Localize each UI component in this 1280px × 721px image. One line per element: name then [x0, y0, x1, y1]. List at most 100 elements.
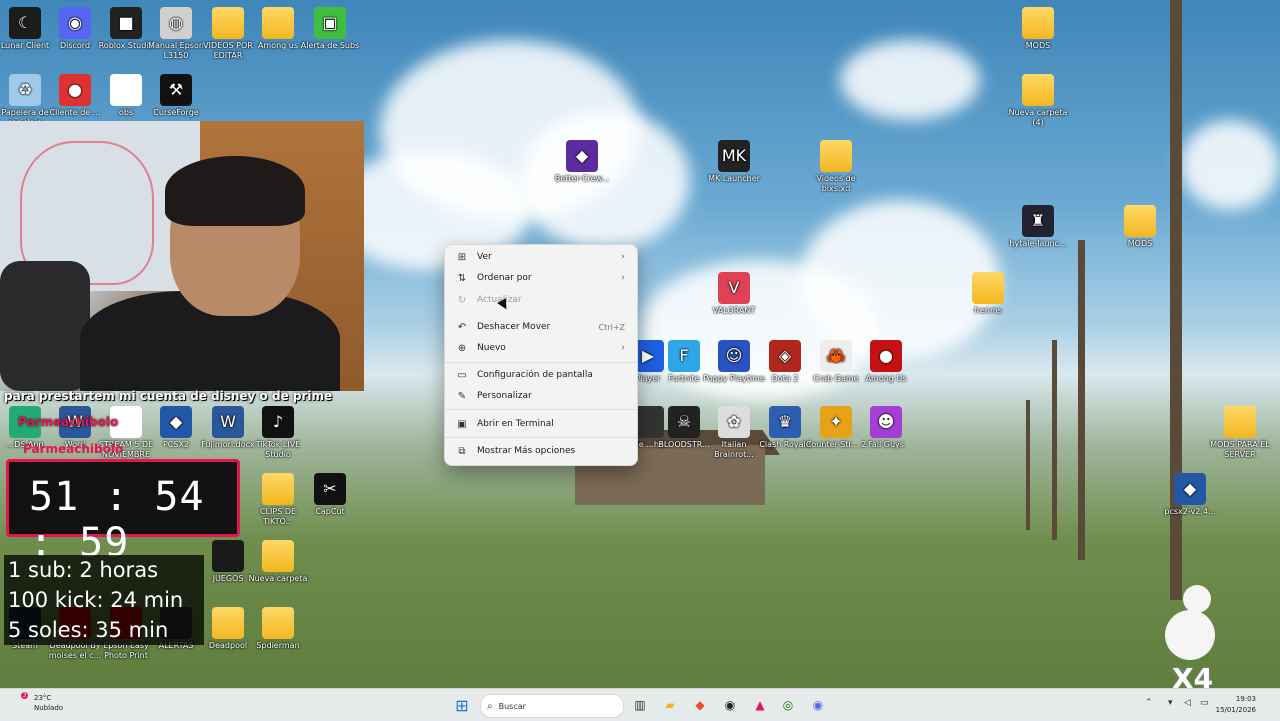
desktop-icon-label: MK Launcher	[708, 174, 760, 183]
task-view-icon[interactable]: ▥	[630, 695, 650, 715]
desktop-icon-label: MODS PARA EL SERVER	[1210, 440, 1270, 459]
desktop-icon[interactable]: ◆ Better-Crew...	[550, 140, 614, 184]
app-icon: ◍	[160, 7, 192, 39]
shortcut-label: Ctrl+Z	[598, 322, 625, 332]
weather-desc: Nublado	[34, 704, 64, 712]
menu-item-label: Configuración de pantalla	[477, 370, 593, 380]
app-icon: ☠	[668, 406, 700, 438]
volume-icon[interactable]: ◁	[1184, 698, 1191, 708]
menu-item-configuracion-pantalla[interactable]: ▭ Configuración de pantalla	[449, 365, 633, 385]
desktop-icon[interactable]: ♪ TikTok LIVE Studio	[246, 406, 310, 460]
menu-separator	[445, 437, 637, 438]
app-icon: V	[718, 272, 750, 304]
desktop-icon[interactable]: ⚒ CurseForge	[144, 74, 208, 118]
network-icon[interactable]: ▾	[1168, 698, 1173, 708]
desktop-icon[interactable]: Nueva carpeta (4)	[1006, 74, 1070, 128]
desktop-icon[interactable]: ◆ pcsx2-v2.4...	[1158, 473, 1222, 517]
chevron-right-icon: ›	[621, 252, 625, 262]
search-box[interactable]: ⌕ Buscar	[480, 694, 624, 718]
grid-icon: ⊞	[457, 251, 467, 263]
desktop-icon-label: CurseForge	[153, 108, 199, 117]
app-icon: 🦀	[820, 340, 852, 372]
desktop-icon-label: Nueva carpeta	[248, 574, 308, 583]
desktop-icon[interactable]: MODS PARA EL SERVER	[1208, 406, 1272, 460]
menu-item-label: Nuevo	[477, 343, 506, 353]
desktop-icon-label: VALORANT	[712, 306, 756, 315]
app-icon: ▣	[314, 7, 346, 39]
app-icon: ☺	[718, 340, 750, 372]
desktop-icon[interactable]: ● Among Us	[854, 340, 918, 384]
menu-item-label: Mostrar Más opciones	[477, 446, 576, 456]
desktop-icon[interactable]: MODS	[1006, 7, 1070, 51]
app-icon: ☻	[870, 406, 902, 438]
app-icon: ◆	[566, 140, 598, 172]
desktop-icon[interactable]: MODS	[1108, 205, 1172, 249]
app-icon: ◆	[1174, 473, 1206, 505]
adobe-icon[interactable]: ▲	[750, 695, 770, 715]
timer-value: 51 : 54 : 59	[29, 474, 205, 566]
file-explorer-icon[interactable]: ▰	[660, 695, 680, 715]
stream-timer: Parmeachibolo 51 : 54 : 59	[6, 442, 240, 566]
desktop-icon-label: pcsx2-v2.4...	[1164, 507, 1216, 516]
desktop-icon[interactable]: Spdierman	[246, 607, 310, 651]
search-icon: ⌕	[487, 700, 493, 712]
app-icon	[1022, 7, 1054, 39]
goal-line: 100 kick: 24 min	[8, 588, 184, 612]
discord-icon[interactable]: ◉	[808, 695, 828, 715]
app-icon	[212, 607, 244, 639]
desktop-icon[interactable]: ✂ CapCut	[298, 473, 362, 517]
app-icon: ♜	[1022, 205, 1054, 237]
app-icon: ●	[59, 74, 91, 106]
clock-time: 19:03	[1235, 695, 1256, 703]
app-icon: MK	[718, 140, 750, 172]
goal-line: 1 sub: 2 horas	[8, 558, 159, 582]
app-icon: ✿	[718, 406, 750, 438]
menu-item-deshacer-mover[interactable]: ↶ Deshacer Mover Ctrl+Z	[449, 317, 633, 337]
app-icon: ■	[110, 7, 142, 39]
desktop-icon[interactable]: Nueva carpeta	[246, 540, 310, 584]
desktop-icon-label: TikTok LIVE Studio	[255, 440, 301, 459]
desktop-icon[interactable]: MK MK Launcher	[702, 140, 766, 184]
clock[interactable]: 19:03 15/01/2026	[1216, 694, 1256, 716]
battery-icon[interactable]: ▭	[1200, 698, 1209, 708]
search-placeholder: Buscar	[498, 701, 526, 711]
brave-icon[interactable]: ◆	[690, 695, 710, 715]
desktop-icon[interactable]: frenms	[956, 272, 1020, 316]
brush-icon: ✎	[457, 390, 467, 402]
start-icon[interactable]: ⊞	[452, 695, 472, 715]
weather-widget[interactable]: 23°C Nublado	[20, 693, 63, 713]
menu-item-personalizar[interactable]: ✎ Personalizar	[449, 386, 633, 406]
desktop-icon-label: Spdierman	[256, 641, 300, 650]
app-icon	[262, 473, 294, 505]
desktop-icon[interactable]: ♜ hytale-launc...	[1006, 205, 1070, 249]
desktop-icon[interactable]: ▣ Alerta de Subs	[298, 7, 362, 51]
desktop-context-menu: ⊞ Ver › ⇅ Ordenar por › ↻ Actualizar ↶ D…	[444, 244, 638, 466]
app-icon: ◆	[160, 406, 192, 438]
chevron-right-icon: ›	[621, 273, 625, 283]
desktop-icon-label: MODS	[1025, 41, 1051, 50]
menu-item-label: Personalizar	[477, 391, 532, 401]
menu-item-mas-opciones[interactable]: ⧉ Mostrar Más opciones	[449, 441, 633, 461]
desktop-icon-label: Videos de bixs.xd	[816, 174, 856, 193]
menu-item-actualizar[interactable]: ↻ Actualizar	[449, 290, 633, 310]
app-icon	[262, 7, 294, 39]
desktop-icon[interactable]: Videos de bixs.xd	[804, 140, 868, 194]
obs-icon[interactable]: ◉	[720, 695, 740, 715]
menu-item-label: Ordenar por	[477, 273, 532, 283]
desktop-icon[interactable]: ☻ Fall Guys	[854, 406, 918, 450]
menu-separator	[445, 409, 637, 410]
desktop-icon[interactable]: V VALORANT	[702, 272, 766, 316]
chevron-up-icon[interactable]: ⌃	[1145, 698, 1153, 708]
menu-item-ordenar-por[interactable]: ⇅ Ordenar por ›	[449, 268, 633, 288]
xbox-icon[interactable]: ◎	[778, 695, 798, 715]
menu-item-abrir-terminal[interactable]: ▣ Abrir en Terminal	[449, 414, 633, 434]
menu-item-ver[interactable]: ⊞ Ver ›	[449, 247, 633, 267]
app-icon	[1124, 205, 1156, 237]
menu-item-nuevo[interactable]: ⊕ Nuevo ›	[449, 338, 633, 358]
sort-icon: ⇅	[457, 272, 467, 284]
app-icon: ✦	[820, 406, 852, 438]
timer-name-top: Parmeachibolo	[18, 415, 119, 429]
app-icon: ◉	[59, 7, 91, 39]
menu-item-label: Abrir en Terminal	[477, 419, 554, 429]
display-icon: ▭	[457, 369, 467, 381]
